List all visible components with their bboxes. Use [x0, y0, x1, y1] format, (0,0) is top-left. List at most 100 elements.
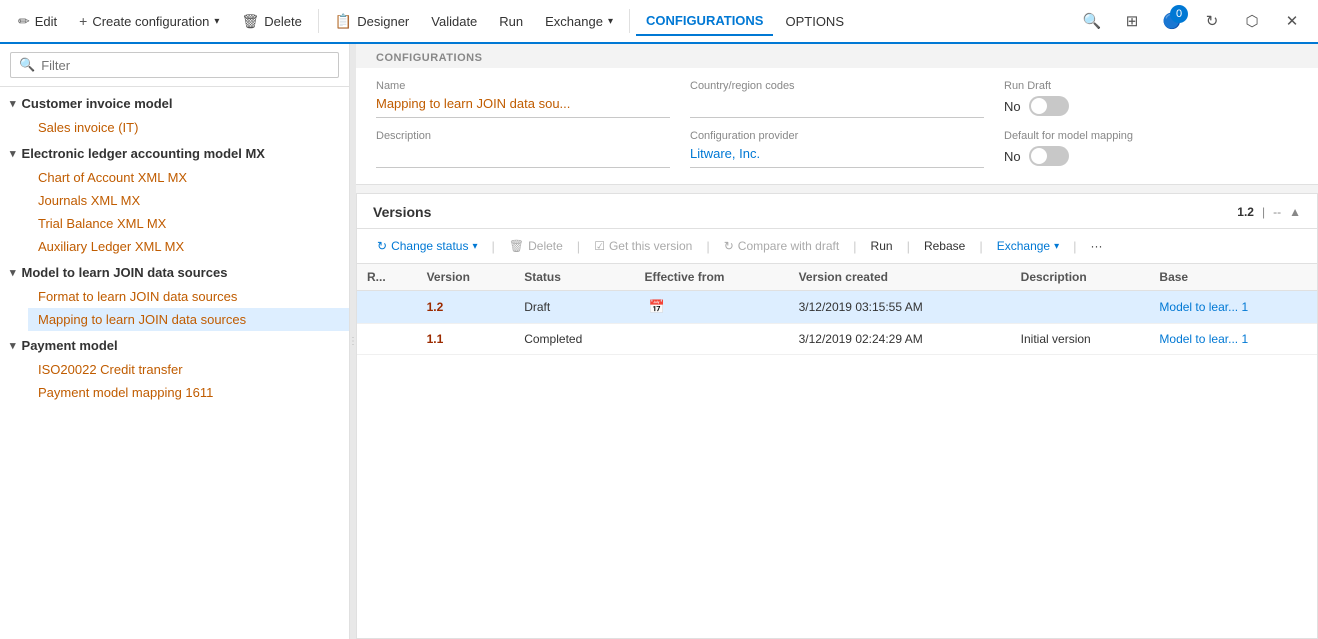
default-toggle[interactable] [1029, 146, 1069, 166]
versions-collapse-btn[interactable]: ▲ [1289, 205, 1301, 219]
search-button[interactable]: 🔍 [1074, 3, 1110, 39]
versions-panel: Versions 1.2 | -- ▲ ↻ Change status ▾ | … [356, 193, 1318, 639]
provider-value: Litware, Inc. [690, 146, 984, 168]
table-row[interactable]: 1.1Completed3/12/2019 02:24:29 AMInitial… [357, 324, 1317, 355]
tree-parent-model-join[interactable]: ▾ Model to learn JOIN data sources [0, 260, 349, 285]
col-header-status: Status [514, 264, 634, 291]
tree-arrow-payment-model: ▾ [10, 339, 16, 352]
table-cell-1-r [357, 324, 417, 355]
create-configuration-button[interactable]: + Create configuration ▾ [69, 7, 229, 35]
versions-header: Versions 1.2 | -- ▲ [357, 194, 1317, 229]
tree-child-label-format-join: Format to learn JOIN data sources [38, 289, 237, 304]
tree-child-chart-account[interactable]: Chart of Account XML MX [28, 166, 349, 189]
col-header-desc: Description [1011, 264, 1150, 291]
versions-title: Versions [373, 204, 431, 220]
trash-icon: 🗑 [509, 239, 524, 253]
versions-exchange-button[interactable]: Exchange ▾ [989, 235, 1067, 257]
more-options-button[interactable]: ··· [1083, 235, 1111, 257]
tree-children-electronic-ledger: Chart of Account XML MXJournals XML MXTr… [0, 166, 349, 258]
tree-children-payment-model: ISO20022 Credit transfer Payment model ma… [0, 358, 349, 404]
filter-input[interactable] [41, 58, 330, 73]
country-field: Country/region codes [690, 80, 984, 118]
sidebar-filter-area: 🔍 [0, 44, 349, 87]
tree-parent-label-model-join: Model to learn JOIN data sources [22, 265, 228, 280]
col-header-effective: Effective from [634, 264, 788, 291]
configurations-form: Name Mapping to learn JOIN data sou... C… [356, 68, 1318, 185]
versions-run-button[interactable]: Run [863, 235, 901, 257]
tree-parent-electronic-ledger[interactable]: ▾Electronic ledger accounting model MX [0, 141, 349, 166]
name-field: Name Mapping to learn JOIN data sou... [376, 80, 670, 118]
tree-child-label-payment-mapping: Payment model mapping 1611 [38, 385, 213, 400]
open-external-button[interactable]: ⬡ [1234, 3, 1270, 39]
default-mapping-field: Default for model mapping No [1004, 130, 1298, 168]
delete-button[interactable]: 🗑 Delete [231, 7, 311, 36]
rebase-button[interactable]: Rebase [916, 235, 973, 257]
grid-icon-button[interactable]: ⊞ [1114, 3, 1150, 39]
tree-child-journals-xml[interactable]: Journals XML MX [28, 189, 349, 212]
tree-child-label-auxiliary-ledger: Auxiliary Ledger XML MX [38, 239, 184, 254]
tree-child-label-mapping-join: Mapping to learn JOIN data sources [38, 312, 246, 327]
name-value: Mapping to learn JOIN data sou... [376, 96, 670, 118]
default-toggle-wrap: No [1004, 146, 1298, 166]
tree-children-customer-invoice: Sales invoice (IT) [0, 116, 349, 139]
versions-delete-button[interactable]: 🗑 Delete [501, 235, 571, 257]
plus-icon: + [79, 13, 87, 29]
run-draft-toggle[interactable] [1029, 96, 1069, 116]
validate-button[interactable]: Validate [421, 8, 487, 35]
table-row[interactable]: 1.2Draft 📅3/12/2019 03:15:55 AMModel to … [357, 291, 1317, 324]
tree-group-customer-invoice: ▾Customer invoice modelSales invoice (IT… [0, 91, 349, 139]
change-status-button[interactable]: ↻ Change status ▾ [369, 235, 485, 257]
table-cell-0-status: Draft [514, 291, 634, 324]
table-cell-1-base: Model to lear... 1 [1149, 324, 1317, 355]
tree-parent-payment-model[interactable]: ▾Payment model [0, 333, 349, 358]
tree-child-sales-invoice[interactable]: Sales invoice (IT) [28, 116, 349, 139]
filter-input-wrap[interactable]: 🔍 [10, 52, 339, 78]
tree-child-trial-balance[interactable]: Trial Balance XML MX [28, 212, 349, 235]
tree-child-payment-mapping[interactable]: Payment model mapping 1611 [28, 381, 349, 404]
tree-child-mapping-join[interactable]: Mapping to learn JOIN data sources [28, 308, 349, 331]
refresh-button[interactable]: ↻ [1194, 3, 1230, 39]
form-grid: Name Mapping to learn JOIN data sou... C… [376, 80, 1298, 168]
separator-2 [629, 9, 630, 33]
provider-field: Configuration provider Litware, Inc. [690, 130, 984, 168]
run-button[interactable]: Run [489, 8, 533, 35]
tree-child-iso20022[interactable]: ISO20022 Credit transfer [28, 358, 349, 381]
table-cell-0-created: 3/12/2019 03:15:55 AM [789, 291, 1011, 324]
calendar-icon[interactable]: 📅 [648, 299, 664, 314]
close-button[interactable]: ✕ [1274, 3, 1310, 39]
compare-with-draft-button[interactable]: ↻ Compare with draft [716, 235, 847, 257]
default-no-label: No [1004, 149, 1021, 164]
tree-group-model-join: ▾ Model to learn JOIN data sources Format … [0, 260, 349, 331]
versions-badge-area: 1.2 | -- ▲ [1237, 205, 1301, 219]
tree-child-auxiliary-ledger[interactable]: Auxiliary Ledger XML MX [28, 235, 349, 258]
description-value [376, 146, 670, 168]
tree-group-payment-model: ▾Payment modelISO20022 Credit transfer Pa… [0, 333, 349, 404]
versions-badge2: -- [1273, 205, 1281, 219]
edit-button[interactable]: ✏ Edit [8, 7, 67, 36]
versions-badge: 1.2 [1237, 205, 1254, 219]
sidebar: 🔍 ▾Customer invoice modelSales invoice (… [0, 44, 350, 639]
sidebar-tree: ▾Customer invoice modelSales invoice (IT… [0, 87, 349, 639]
description-field: Description [376, 130, 670, 168]
designer-button[interactable]: 📋 Designer [325, 7, 419, 36]
tree-child-format-join[interactable]: Format to learn JOIN data sources [28, 285, 349, 308]
configurations-tab[interactable]: CONFIGURATIONS [636, 7, 773, 36]
chevron-down-icon: ▾ [214, 16, 219, 27]
exchange-button[interactable]: Exchange ▾ [535, 8, 623, 35]
country-value [690, 96, 984, 118]
options-tab[interactable]: OPTIONS [775, 8, 854, 35]
notification-button[interactable]: 🔵 0 [1154, 3, 1190, 39]
table-header-row: R...VersionStatusEffective fromVersion c… [357, 264, 1317, 291]
table-cell-0-effective: 📅 [634, 291, 788, 324]
content-area: CONFIGURATIONS Name Mapping to learn JOI… [356, 44, 1318, 639]
edit-icon: ✏ [18, 13, 30, 30]
col-header-r: R... [357, 264, 417, 291]
tree-arrow-model-join: ▾ [10, 266, 16, 279]
chevron-down-icon: ▾ [1054, 241, 1059, 252]
get-this-version-button[interactable]: ☑ Get this version [586, 235, 700, 257]
chevron-down-icon: ▾ [472, 241, 477, 252]
tree-parent-customer-invoice[interactable]: ▾Customer invoice model [0, 91, 349, 116]
run-draft-no-label: No [1004, 99, 1021, 114]
configurations-header: CONFIGURATIONS [356, 44, 1318, 68]
refresh-icon: ↻ [377, 239, 387, 253]
